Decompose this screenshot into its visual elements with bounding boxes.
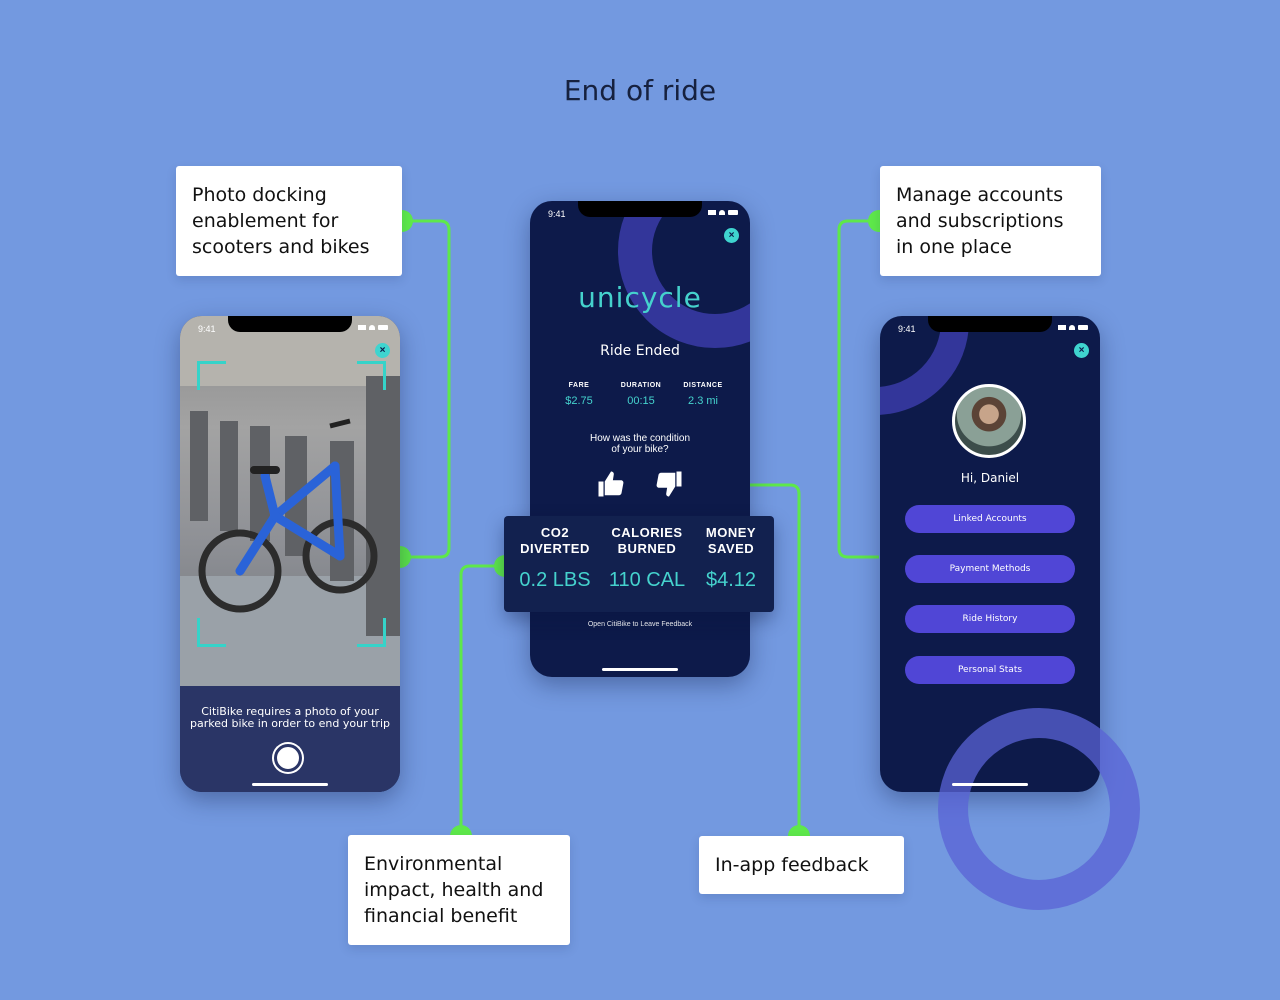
phone-photo-docking: 9:41 × CitiBike requires a photo of your… <box>180 316 400 792</box>
stat-fare: FARE $2.75 <box>548 382 610 407</box>
callout-text: Manage accounts and subscriptions in one… <box>896 184 1064 258</box>
status-icons <box>1058 325 1088 330</box>
home-indicator <box>602 668 678 671</box>
stat-value: 00:15 <box>627 395 655 407</box>
scan-frame-corner <box>357 618 386 647</box>
camera-viewfinder <box>180 316 400 686</box>
impact-co2: CO2 DIVERTED 0.2 LBS <box>512 516 598 612</box>
scan-frame-corner <box>357 361 386 390</box>
impact-value: 110 CAL <box>608 569 686 591</box>
impact-calories: CALORIES BURNED 110 CAL <box>602 516 692 612</box>
callout-in-app-feedback: In-app feedback <box>699 836 904 894</box>
unicycle-logo: unicycle <box>578 281 702 314</box>
page-title: End of ride <box>563 74 717 107</box>
caption-line: parked bike in order to end your trip <box>190 717 390 730</box>
wifi-icon <box>1069 325 1075 330</box>
stat-value: 2.3 mi <box>688 395 718 407</box>
avatar[interactable] <box>952 384 1026 458</box>
impact-label-line: MONEY <box>705 525 757 540</box>
status-icons <box>708 210 738 215</box>
signal-icon <box>1058 325 1066 330</box>
callout-photo-docking: Photo docking enablement for scooters an… <box>176 166 402 276</box>
status-time: 9:41 <box>898 324 916 334</box>
status-time: 9:41 <box>198 324 216 334</box>
thumbs-up-icon[interactable] <box>596 469 626 499</box>
impact-label: MONEY SAVED <box>696 525 766 557</box>
condition-question: How was the condition of your bike? <box>530 433 750 455</box>
battery-icon <box>1078 325 1088 330</box>
close-icon[interactable]: × <box>375 343 390 358</box>
home-indicator <box>252 783 328 786</box>
impact-label: CALORIES BURNED <box>602 525 692 557</box>
callout-manage-accounts: Manage accounts and subscriptions in one… <box>880 166 1101 276</box>
question-line: of your bike? <box>611 444 669 455</box>
home-indicator <box>952 783 1028 786</box>
impact-label-line: CO2 <box>540 525 570 540</box>
stat-label: DISTANCE <box>683 382 723 389</box>
callout-text: Environmental impact, health and financi… <box>364 853 544 927</box>
greeting: Hi, Daniel <box>960 471 1020 485</box>
close-icon[interactable]: × <box>1074 343 1089 358</box>
stat-duration: DURATION 00:15 <box>610 382 672 407</box>
question-line: How was the condition <box>589 433 691 444</box>
shutter-button[interactable] <box>274 744 302 772</box>
open-citibike-feedback-link[interactable]: Open CitiBike to Leave Feedback <box>530 621 750 628</box>
battery-icon <box>378 325 388 330</box>
wifi-icon <box>369 325 375 330</box>
ride-history-button[interactable]: Ride History <box>905 605 1075 633</box>
scan-frame-corner <box>197 361 226 390</box>
decorative-ring-large <box>938 708 1140 910</box>
impact-value: 0.2 LBS <box>519 569 591 591</box>
signal-icon <box>358 325 366 330</box>
signal-icon <box>708 210 716 215</box>
thumbs-down-icon[interactable] <box>654 469 684 499</box>
status-icons <box>358 325 388 330</box>
stat-distance: DISTANCE 2.3 mi <box>672 382 734 407</box>
payment-methods-button[interactable]: Payment Methods <box>905 555 1075 583</box>
callout-environmental-impact: Environmental impact, health and financi… <box>348 835 570 945</box>
ride-stats: FARE $2.75 DURATION 00:15 DISTANCE 2.3 m… <box>548 382 734 407</box>
camera-controls: CitiBike requires a photo of your parked… <box>180 686 400 792</box>
impact-value: $4.12 <box>705 569 757 591</box>
impact-label: CO2 DIVERTED <box>512 525 598 557</box>
camera-caption: CitiBike requires a photo of your parked… <box>180 706 400 730</box>
impact-label-line: DIVERTED <box>520 541 590 556</box>
impact-label-line: BURNED <box>617 541 677 556</box>
personal-stats-button[interactable]: Personal Stats <box>905 656 1075 684</box>
close-icon[interactable]: × <box>724 228 739 243</box>
impact-label-line: CALORIES <box>611 525 683 540</box>
stat-label: DURATION <box>620 382 662 389</box>
phone-notch <box>578 201 702 217</box>
battery-icon <box>728 210 738 215</box>
ride-ended-heading: Ride Ended <box>600 343 680 359</box>
callout-text: In-app feedback <box>715 854 869 876</box>
linked-accounts-button[interactable]: Linked Accounts <box>905 505 1075 533</box>
stat-label: FARE <box>568 382 590 389</box>
phone-notch <box>928 316 1052 332</box>
impact-label-line: SAVED <box>707 541 755 556</box>
wifi-icon <box>719 210 725 215</box>
impact-money: MONEY SAVED $4.12 <box>696 516 766 612</box>
phone-notch <box>228 316 352 332</box>
impact-card: CO2 DIVERTED 0.2 LBS CALORIES BURNED 110 C… <box>504 516 774 612</box>
status-time: 9:41 <box>548 209 566 219</box>
stat-value: $2.75 <box>565 395 593 407</box>
callout-text: Photo docking enablement for scooters an… <box>192 184 370 258</box>
scan-frame-corner <box>197 618 226 647</box>
